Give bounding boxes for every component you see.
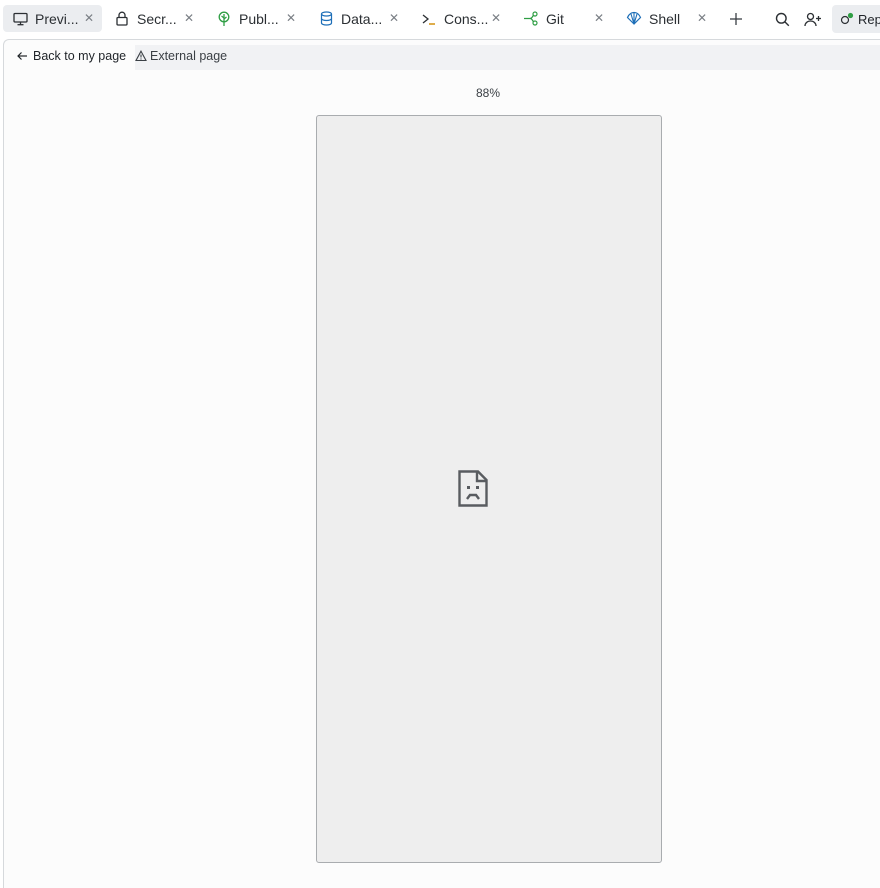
url-strip [135,45,880,70]
zoom-level: 88% [476,86,501,100]
tab-secrets[interactable]: Secr... ✕ [105,5,202,32]
tab-git[interactable]: Git ✕ [514,5,612,32]
plus-icon [730,13,742,25]
add-user-icon [804,12,821,26]
close-icon[interactable]: ✕ [592,11,606,25]
git-branch-icon [523,11,539,27]
external-page-label: External page [150,49,228,63]
sad-page-icon [458,470,488,507]
terminal-icon [421,11,437,27]
tree-icon [216,11,232,27]
repl-button[interactable]: Repl [832,5,880,33]
tab-label: Cons... [444,10,489,27]
close-icon[interactable]: ✕ [284,11,298,25]
back-to-my-page-link[interactable]: Back to my page [16,49,126,63]
preview-pane: Back to my page External page 88% [3,39,880,888]
tab-label: Secr... [137,10,177,27]
shell-icon [626,11,642,27]
tab-label: Previ... [35,10,79,27]
close-icon[interactable]: ✕ [182,11,196,25]
tab-bar: Previ... ✕ Secr... ✕ Publ... ✕ Data... ✕… [0,0,880,38]
tab-publish[interactable]: Publ... ✕ [207,5,304,32]
tab-preview[interactable]: Previ... ✕ [3,5,102,32]
tab-label: Data... [341,10,383,27]
database-icon [318,11,334,27]
tab-shell[interactable]: Shell ✕ [617,5,715,32]
tab-console[interactable]: Cons... ✕ [412,5,509,32]
tab-label: Git [546,10,564,27]
preview-toolbar: Back to my page External page [4,45,880,70]
invite-button[interactable] [803,9,823,29]
search-button[interactable] [772,9,792,29]
preview-frame[interactable] [316,115,662,863]
tab-database[interactable]: Data... ✕ [309,5,407,32]
close-icon[interactable]: ✕ [387,11,401,25]
search-icon [775,12,789,26]
tab-label: Shell [649,10,681,27]
external-page-notice: External page [135,49,227,63]
close-icon[interactable]: ✕ [695,11,709,25]
repl-status-icon [840,12,854,26]
tab-label: Publ... [239,10,279,27]
warning-icon [135,50,147,62]
repl-button-label: Repl [858,11,880,27]
arrow-left-icon [16,50,28,62]
lock-icon [114,11,130,27]
monitor-icon [12,11,28,27]
add-tab-button[interactable] [726,9,746,29]
back-link-label: Back to my page [33,49,127,63]
close-icon[interactable]: ✕ [489,11,503,25]
close-icon[interactable]: ✕ [82,11,96,25]
